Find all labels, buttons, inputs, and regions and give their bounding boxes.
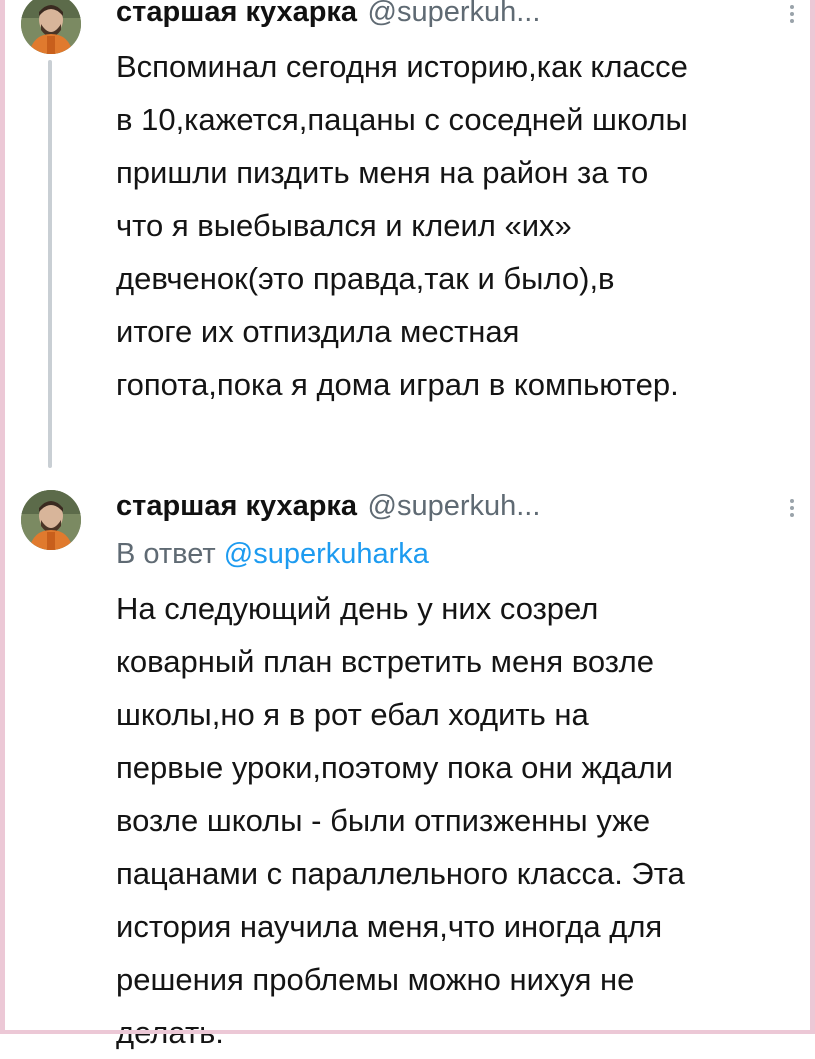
author-name[interactable]: старшая кухарка bbox=[116, 490, 357, 522]
tweet-text-line: в 10,кажется,пацаны с соседней школы bbox=[116, 102, 688, 137]
tweet-text: Вспоминал сегодня историю,как классе в 1… bbox=[116, 40, 806, 411]
tweet-text-line: пацанами с параллельного класса. Эта bbox=[116, 856, 685, 891]
reply-prefix: В ответ bbox=[116, 538, 216, 570]
avatar-icon bbox=[21, 0, 81, 54]
author-name[interactable]: старшая кухарка bbox=[116, 0, 357, 28]
tweet-text-line: первые уроки,поэтому пока они ждали bbox=[116, 750, 673, 785]
thread-connector-line bbox=[48, 60, 52, 468]
tweet-text-line: возле школы - были отпизженны уже bbox=[116, 803, 651, 838]
tweet-text: На следующий день у них созрел коварный … bbox=[116, 582, 806, 1059]
tweet-header: старшая кухарка @superkuh... bbox=[116, 0, 781, 36]
tweet[interactable]: старшая кухарка @superkuh... В ответ @su… bbox=[0, 478, 815, 1050]
tweet-text-line: гопота,пока я дома играл в компьютер. bbox=[116, 367, 679, 402]
tweet[interactable]: старшая кухарка @superkuh... Вспоминал с… bbox=[0, 0, 815, 470]
tweet-text-line: коварный план встретить меня возле bbox=[116, 644, 654, 679]
author-handle[interactable]: @superkuh... bbox=[368, 0, 541, 28]
tweet-text-line: делать. bbox=[116, 1015, 224, 1050]
tweet-text-line: итоге их отпиздила местная bbox=[116, 314, 520, 349]
more-options-icon[interactable] bbox=[787, 496, 797, 530]
reply-context: В ответ @superkuharka bbox=[116, 538, 429, 571]
more-options-icon[interactable] bbox=[787, 2, 797, 36]
reply-mention-link[interactable]: @superkuharka bbox=[224, 538, 429, 570]
tweet-text-line: школы,но я в рот ебал ходить на bbox=[116, 697, 589, 732]
tweet-text-line: девченок(это правда,так и было),в bbox=[116, 261, 615, 296]
tweet-header: старшая кухарка @superkuh... bbox=[116, 490, 781, 530]
tweet-text-line: решения проблемы можно нихуя не bbox=[116, 962, 635, 997]
tweet-text-line: что я выебывался и клеил «их» bbox=[116, 208, 572, 243]
tweet-text-line: На следующий день у них созрел bbox=[116, 591, 599, 626]
avatar-icon bbox=[21, 490, 81, 550]
tweet-text-line: пришли пиздить меня на район за то bbox=[116, 155, 649, 190]
tweet-text-line: Вспоминал сегодня историю,как классе bbox=[116, 49, 688, 84]
avatar[interactable] bbox=[21, 490, 81, 550]
avatar[interactable] bbox=[21, 0, 81, 54]
tweet-text-line: история научила меня,что иногда для bbox=[116, 909, 663, 944]
author-handle[interactable]: @superkuh... bbox=[368, 490, 541, 522]
